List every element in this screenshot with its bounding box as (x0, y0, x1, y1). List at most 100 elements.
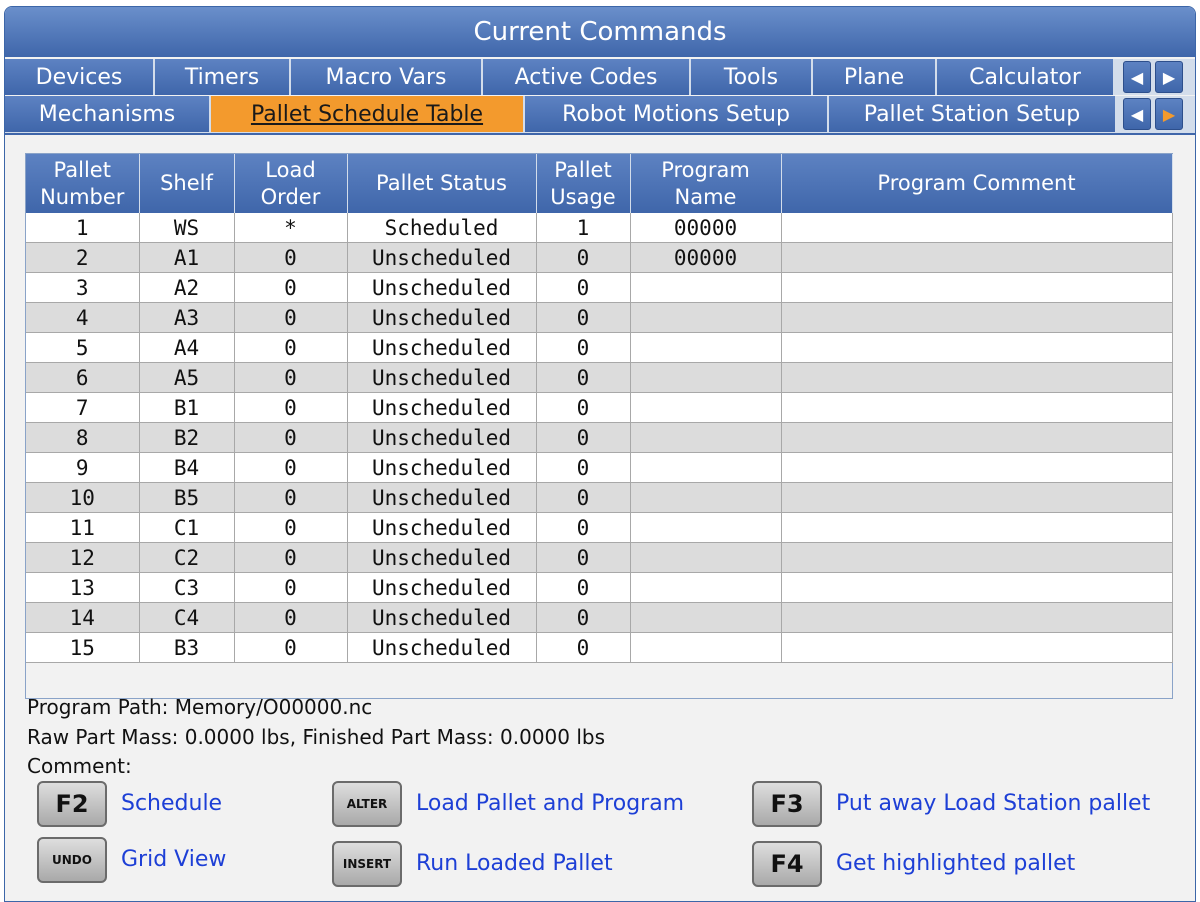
program-name-cell[interactable] (630, 392, 782, 423)
table-row[interactable]: 10 B5 0 Unscheduled 0 (26, 482, 1173, 513)
program-comment-cell[interactable] (781, 362, 1173, 393)
shelf-cell[interactable]: A4 (139, 332, 235, 363)
pallet-usage-cell[interactable]: 0 (536, 572, 631, 603)
tab-tools[interactable]: Tools (691, 59, 813, 95)
pallet-number-cell[interactable]: 4 (26, 302, 140, 333)
program-comment-cell[interactable] (781, 452, 1173, 483)
pallet-status-cell[interactable]: Unscheduled (347, 242, 537, 273)
table-row[interactable]: 12 C2 0 Unscheduled 0 (26, 542, 1173, 573)
tab-timers[interactable]: Timers (155, 59, 291, 95)
run-loaded-pallet-action-label[interactable]: Run Loaded Pallet (416, 851, 613, 876)
pallet-number-cell[interactable]: 5 (26, 332, 140, 363)
program-name-cell[interactable] (630, 362, 782, 393)
program-comment-cell[interactable] (781, 602, 1173, 633)
program-name-cell[interactable] (630, 542, 782, 573)
shelf-cell[interactable]: C2 (139, 542, 235, 573)
pallet-status-cell[interactable]: Unscheduled (347, 542, 537, 573)
pallet-usage-cell[interactable]: 0 (536, 392, 631, 423)
program-name-cell[interactable] (630, 572, 782, 603)
pallet-usage-cell[interactable]: 0 (536, 452, 631, 483)
pallet-status-cell[interactable]: Unscheduled (347, 302, 537, 333)
pallet-number-cell[interactable]: 10 (26, 482, 140, 513)
subtab-scroll-right-icon[interactable]: ▶ (1155, 98, 1183, 130)
shelf-cell[interactable]: WS (139, 213, 235, 243)
shelf-cell[interactable]: A5 (139, 362, 235, 393)
load-order-cell[interactable]: 0 (234, 392, 348, 423)
put-away-pallet-action-label[interactable]: Put away Load Station pallet (836, 791, 1150, 816)
shelf-cell[interactable]: A3 (139, 302, 235, 333)
table-row[interactable]: 4 A3 0 Unscheduled 0 (26, 302, 1173, 333)
shelf-cell[interactable]: A1 (139, 242, 235, 273)
pallet-number-cell[interactable]: 7 (26, 392, 140, 423)
program-name-cell[interactable] (630, 272, 782, 303)
program-comment-cell[interactable] (781, 332, 1173, 363)
pallet-status-cell[interactable]: Unscheduled (347, 452, 537, 483)
pallet-number-cell[interactable]: 9 (26, 452, 140, 483)
tab-macro-vars[interactable]: Macro Vars (291, 59, 483, 95)
tab-robot-motions-setup[interactable]: Robot Motions Setup (525, 96, 829, 132)
table-row[interactable]: 11 C1 0 Unscheduled 0 (26, 512, 1173, 543)
pallet-status-cell[interactable]: Unscheduled (347, 422, 537, 453)
load-order-cell[interactable]: 0 (234, 362, 348, 393)
tab-plane[interactable]: Plane (813, 59, 937, 95)
tab-devices[interactable]: Devices (5, 59, 155, 95)
pallet-number-cell[interactable]: 13 (26, 572, 140, 603)
program-name-cell[interactable] (630, 512, 782, 543)
load-order-cell[interactable]: 0 (234, 602, 348, 633)
load-order-cell[interactable]: 0 (234, 452, 348, 483)
undo-key[interactable]: UNDO (37, 837, 107, 883)
table-row[interactable]: 8 B2 0 Unscheduled 0 (26, 422, 1173, 453)
pallet-number-cell[interactable]: 3 (26, 272, 140, 303)
pallet-status-cell[interactable]: Unscheduled (347, 332, 537, 363)
load-order-cell[interactable]: 0 (234, 512, 348, 543)
program-name-cell[interactable] (630, 602, 782, 633)
pallet-usage-cell[interactable]: 0 (536, 272, 631, 303)
table-row[interactable]: 1 WS * Scheduled 1 00000 (26, 213, 1173, 243)
pallet-status-cell[interactable]: Unscheduled (347, 362, 537, 393)
load-order-cell[interactable]: 0 (234, 422, 348, 453)
pallet-usage-cell[interactable]: 0 (536, 632, 631, 663)
shelf-cell[interactable]: B2 (139, 422, 235, 453)
load-order-cell[interactable]: 0 (234, 632, 348, 663)
table-row[interactable]: 5 A4 0 Unscheduled 0 (26, 332, 1173, 363)
pallet-usage-cell[interactable]: 0 (536, 242, 631, 273)
load-order-cell[interactable]: 0 (234, 482, 348, 513)
table-row[interactable]: 3 A2 0 Unscheduled 0 (26, 272, 1173, 303)
program-name-cell[interactable] (630, 482, 782, 513)
tab-pallet-station-setup[interactable]: Pallet Station Setup (829, 96, 1117, 132)
pallet-number-cell[interactable]: 14 (26, 602, 140, 633)
pallet-status-cell[interactable]: Unscheduled (347, 632, 537, 663)
table-row[interactable]: 14 C4 0 Unscheduled 0 (26, 602, 1173, 633)
alter-key[interactable]: ALTER (332, 781, 402, 827)
load-order-cell[interactable]: 0 (234, 242, 348, 273)
pallet-usage-cell[interactable]: 0 (536, 542, 631, 573)
program-comment-cell[interactable] (781, 512, 1173, 543)
schedule-action-label[interactable]: Schedule (121, 791, 222, 816)
shelf-cell[interactable]: B3 (139, 632, 235, 663)
pallet-status-cell[interactable]: Unscheduled (347, 572, 537, 603)
program-comment-cell[interactable] (781, 242, 1173, 273)
pallet-usage-cell[interactable]: 0 (536, 602, 631, 633)
pallet-number-cell[interactable]: 8 (26, 422, 140, 453)
pallet-status-cell[interactable]: Unscheduled (347, 482, 537, 513)
pallet-number-cell[interactable]: 1 (26, 213, 140, 243)
tab-scroll-left-icon[interactable]: ◀ (1123, 61, 1151, 93)
tab-scroll-right-icon[interactable]: ▶ (1155, 61, 1183, 93)
pallet-status-cell[interactable]: Scheduled (347, 213, 537, 243)
pallet-usage-cell[interactable]: 0 (536, 332, 631, 363)
pallet-status-cell[interactable]: Unscheduled (347, 392, 537, 423)
pallet-status-cell[interactable]: Unscheduled (347, 602, 537, 633)
pallet-number-cell[interactable]: 2 (26, 242, 140, 273)
pallet-number-cell[interactable]: 15 (26, 632, 140, 663)
program-comment-cell[interactable] (781, 542, 1173, 573)
pallet-usage-cell[interactable]: 0 (536, 422, 631, 453)
table-row[interactable]: 6 A5 0 Unscheduled 0 (26, 362, 1173, 393)
program-comment-cell[interactable] (781, 392, 1173, 423)
table-row[interactable]: 7 B1 0 Unscheduled 0 (26, 392, 1173, 423)
load-pallet-action-label[interactable]: Load Pallet and Program (416, 791, 684, 816)
pallet-number-cell[interactable]: 6 (26, 362, 140, 393)
insert-key[interactable]: INSERT (332, 841, 402, 887)
program-name-cell[interactable] (630, 422, 782, 453)
pallet-number-cell[interactable]: 11 (26, 512, 140, 543)
program-comment-cell[interactable] (781, 482, 1173, 513)
